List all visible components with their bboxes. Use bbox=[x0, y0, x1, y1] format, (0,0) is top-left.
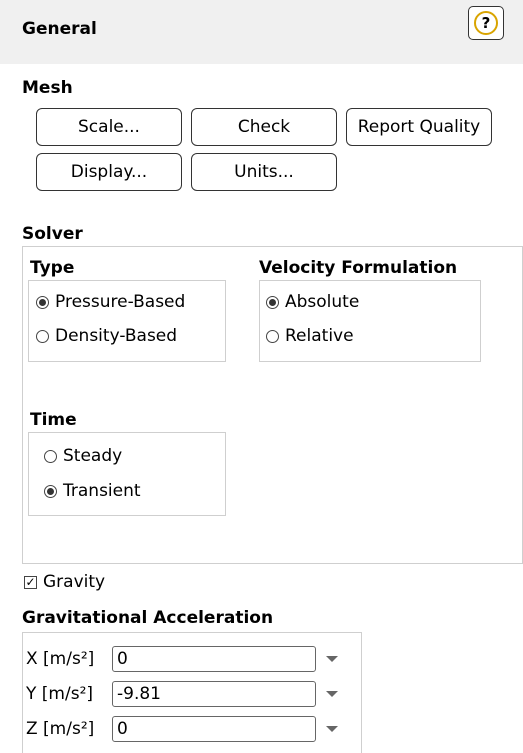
radio-button[interactable] bbox=[36, 329, 49, 343]
check-button[interactable]: Check bbox=[191, 108, 337, 146]
time-label: Time bbox=[30, 410, 77, 430]
gravity-checkbox-row[interactable]: ✓ Gravity bbox=[24, 572, 105, 592]
radio-steady[interactable]: Steady bbox=[44, 446, 122, 466]
radio-button[interactable] bbox=[266, 329, 279, 343]
gravity-z-label: Z [m/s²] bbox=[26, 719, 95, 739]
type-label: Type bbox=[30, 258, 75, 278]
gravitational-acceleration-label: Gravitational Acceleration bbox=[22, 608, 274, 628]
gravity-x-label: X [m/s²] bbox=[26, 649, 95, 669]
gravity-label: Gravity bbox=[43, 572, 106, 592]
solver-section-label: Solver bbox=[22, 224, 83, 244]
radio-label: Pressure-Based bbox=[55, 292, 186, 312]
radio-button[interactable] bbox=[44, 484, 57, 498]
gravity-x-row: X [m/s²] bbox=[26, 644, 338, 674]
report-quality-button[interactable]: Report Quality bbox=[346, 108, 492, 146]
radio-label: Steady bbox=[63, 446, 123, 466]
gravity-checkbox[interactable]: ✓ bbox=[24, 575, 37, 589]
radio-absolute[interactable]: Absolute bbox=[266, 292, 359, 312]
gravity-z-row: Z [m/s²] bbox=[26, 714, 338, 744]
gravity-y-row: Y [m/s²] bbox=[26, 679, 338, 709]
radio-label: Transient bbox=[63, 481, 141, 501]
gravity-x-input[interactable] bbox=[112, 646, 316, 672]
gravity-y-dropdown-icon[interactable] bbox=[326, 691, 338, 697]
radio-button[interactable] bbox=[266, 295, 279, 309]
radio-density-based[interactable]: Density-Based bbox=[36, 326, 177, 346]
panel-title: General bbox=[22, 19, 97, 39]
units-button[interactable]: Units... bbox=[191, 153, 337, 191]
gravity-y-label: Y [m/s²] bbox=[26, 684, 94, 704]
help-button[interactable]: ? bbox=[468, 6, 504, 40]
radio-label: Relative bbox=[285, 326, 354, 346]
velocity-formulation-label: Velocity Formulation bbox=[259, 258, 458, 278]
display-button[interactable]: Display... bbox=[36, 153, 182, 191]
help-icon: ? bbox=[474, 11, 498, 35]
time-group bbox=[28, 432, 226, 516]
radio-pressure-based[interactable]: Pressure-Based bbox=[36, 292, 185, 312]
radio-label: Density-Based bbox=[55, 326, 178, 346]
radio-transient[interactable]: Transient bbox=[44, 481, 141, 501]
gravity-x-dropdown-icon[interactable] bbox=[326, 656, 338, 662]
scale-button[interactable]: Scale... bbox=[36, 108, 182, 146]
gravity-z-dropdown-icon[interactable] bbox=[326, 726, 338, 732]
mesh-section-label: Mesh bbox=[22, 78, 73, 98]
gravity-z-input[interactable] bbox=[112, 716, 316, 742]
gravity-y-input[interactable] bbox=[112, 681, 316, 707]
radio-button[interactable] bbox=[44, 449, 57, 463]
radio-button[interactable] bbox=[36, 295, 49, 309]
radio-relative[interactable]: Relative bbox=[266, 326, 354, 346]
radio-label: Absolute bbox=[285, 292, 360, 312]
